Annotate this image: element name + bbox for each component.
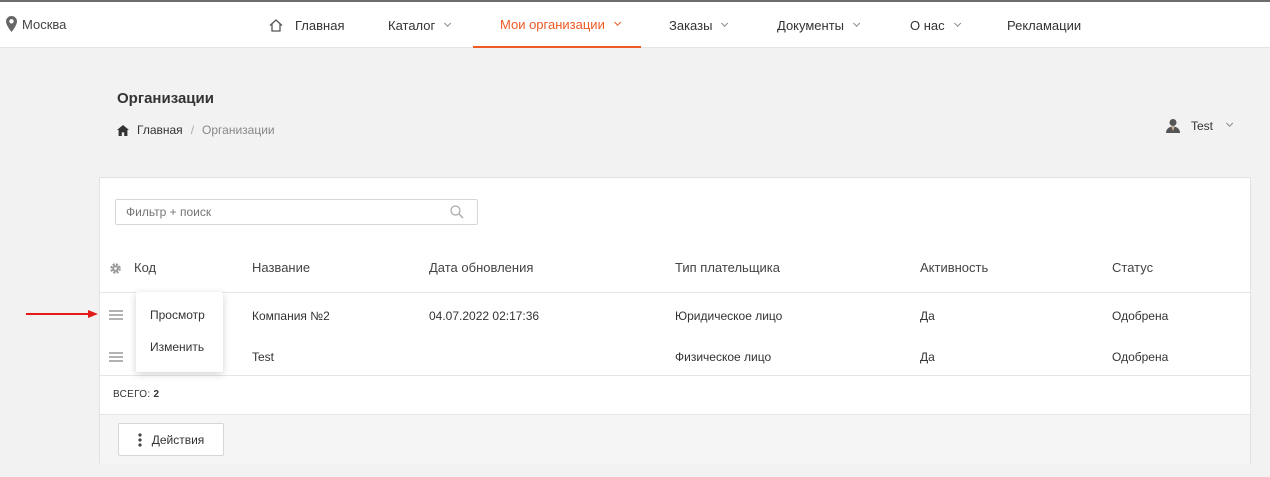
chevron-down-icon — [1226, 119, 1234, 127]
home-icon — [269, 18, 283, 32]
column-header-payer-type[interactable]: Тип плательщика — [675, 260, 780, 275]
nav-item-orders[interactable]: Заказы — [669, 2, 729, 48]
cell-updated: 04.07.2022 02:17:36 — [429, 309, 540, 323]
user-name: Test — [1191, 118, 1214, 133]
divider — [100, 292, 1250, 293]
breadcrumb-home-link[interactable]: Главная — [137, 123, 183, 137]
cell-name: Компания №2 — [252, 309, 330, 323]
annotation-arrow-icon — [26, 310, 98, 318]
cell-status: Одобрена — [1112, 309, 1169, 323]
actions-button-label: Действия — [151, 432, 205, 447]
top-navigation: Москва Главная Каталог Мои организации З… — [0, 0, 1270, 48]
menu-item-edit[interactable]: Изменить — [150, 340, 204, 354]
nav-item-label: О нас — [910, 17, 945, 33]
breadcrumb-separator: / — [190, 123, 195, 137]
cell-activity: Да — [920, 309, 935, 323]
breadcrumb-current: Организации — [202, 123, 275, 137]
table-footer: Действия — [100, 414, 1250, 464]
nav-item-label: Каталог — [388, 17, 436, 33]
nav-item-my-organizations[interactable]: Мои организации — [473, 2, 641, 48]
nav-item-label: Документы — [777, 17, 845, 33]
home-icon[interactable] — [117, 124, 129, 136]
column-header-name[interactable]: Название — [252, 260, 310, 275]
user-avatar-icon — [1166, 119, 1180, 133]
nav-item-home[interactable]: Главная — [269, 2, 344, 48]
nav-item-label: Главная — [295, 17, 345, 33]
actions-button[interactable]: Действия — [118, 423, 224, 456]
row-context-menu: Просмотр Изменить — [136, 292, 223, 372]
search-icon[interactable] — [450, 205, 464, 219]
nav-item-documents[interactable]: Документы — [777, 2, 861, 48]
nav-item-label: Рекламации — [1007, 17, 1082, 33]
chevron-down-icon — [613, 18, 621, 26]
nav-item-label: Заказы — [669, 17, 713, 33]
row-menu-icon[interactable] — [109, 352, 123, 362]
total-count: ВСЕГО: 2 — [113, 389, 159, 400]
column-header-code[interactable]: Код — [134, 260, 156, 275]
chevron-down-icon — [721, 19, 729, 27]
chevron-down-icon — [444, 19, 452, 27]
menu-item-view[interactable]: Просмотр — [150, 308, 205, 322]
cell-activity: Да — [920, 350, 935, 364]
filter-search-input[interactable] — [115, 199, 478, 225]
column-header-updated[interactable]: Дата обновления — [429, 260, 533, 275]
cell-payer-type: Юридическое лицо — [675, 309, 783, 323]
gear-icon[interactable] — [109, 262, 122, 275]
column-header-activity[interactable]: Активность — [920, 260, 988, 275]
divider — [100, 375, 1250, 376]
nav-item-claims[interactable]: Рекламации — [1007, 2, 1081, 48]
main-menu: Главная Каталог Мои организации Заказы Д… — [0, 2, 1270, 48]
user-menu[interactable]: Test — [1165, 118, 1234, 133]
breadcrumb: Главная / Организации — [117, 123, 275, 137]
total-label: ВСЕГО: — [113, 389, 151, 400]
more-vertical-icon — [138, 432, 142, 447]
row-menu-icon[interactable] — [109, 310, 123, 320]
chevron-down-icon — [853, 19, 861, 27]
column-header-status[interactable]: Статус — [1112, 260, 1153, 275]
cell-name: Test — [252, 350, 275, 364]
nav-item-label: Мои организации — [500, 16, 605, 32]
total-value: 2 — [153, 389, 160, 400]
organizations-table-card: Код Название Дата обновления Тип платель… — [99, 177, 1251, 464]
chevron-down-icon — [953, 19, 961, 27]
cell-payer-type: Физическое лицо — [675, 350, 772, 364]
nav-item-about[interactable]: О нас — [910, 2, 961, 48]
cell-status: Одобрена — [1112, 350, 1169, 364]
nav-item-catalog[interactable]: Каталог — [388, 2, 452, 48]
page-title: Организации — [117, 90, 214, 107]
